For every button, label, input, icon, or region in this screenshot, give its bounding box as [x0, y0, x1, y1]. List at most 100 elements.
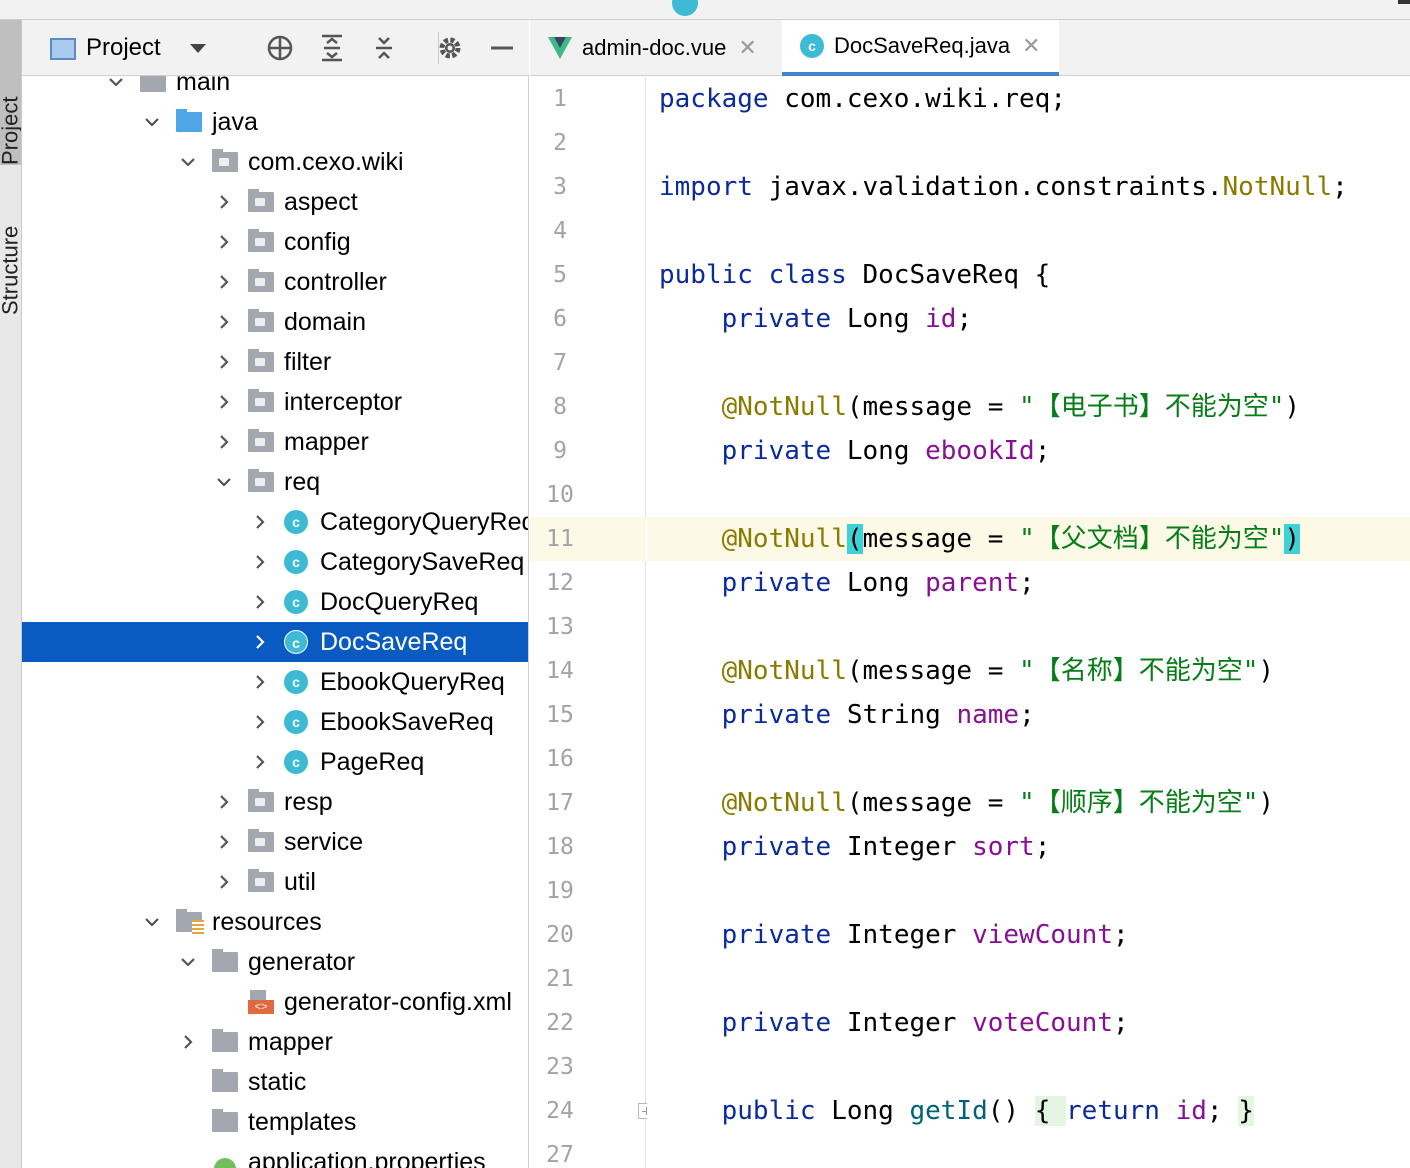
- project-tool-tab[interactable]: Project: [0, 20, 21, 165]
- tree-item-mapper[interactable]: mapper: [22, 1022, 528, 1062]
- tree-item-pagereq[interactable]: c PageReq: [22, 742, 528, 782]
- chevron-right-icon[interactable]: [252, 754, 268, 770]
- tree-item-categoryqueryreq[interactable]: c CategoryQueryReq: [22, 502, 528, 542]
- tree-item-categorysavereq[interactable]: c CategorySaveReq: [22, 542, 528, 582]
- close-icon[interactable]: ✕: [738, 36, 756, 61]
- tree-item-controller[interactable]: controller: [22, 262, 528, 302]
- code-line[interactable]: import javax.validation.constraints.NotN…: [647, 165, 1410, 209]
- code-line[interactable]: [647, 209, 1410, 253]
- tree-item-aspect[interactable]: aspect: [22, 182, 528, 222]
- line-number: 2: [553, 130, 567, 156]
- chevron-right-icon[interactable]: [216, 394, 232, 410]
- code-line[interactable]: @NotNull(message = "【电子书】不能为空"): [647, 385, 1410, 429]
- tree-item-interceptor[interactable]: interceptor: [22, 382, 528, 422]
- expand-all-button[interactable]: [316, 32, 348, 64]
- hide-panel-button[interactable]: [486, 32, 518, 64]
- close-icon[interactable]: ✕: [1022, 34, 1040, 59]
- package-icon: [248, 229, 274, 254]
- chevron-right-icon[interactable]: [252, 634, 268, 650]
- tree-item-application-properties[interactable]: application.properties: [22, 1142, 528, 1168]
- tree-item-filter[interactable]: filter: [22, 342, 528, 382]
- chevron-right-icon[interactable]: [216, 354, 232, 370]
- code-line[interactable]: @NotNull(message = "【顺序】不能为空"): [647, 781, 1410, 825]
- chevron-right-icon[interactable]: [216, 874, 232, 890]
- code-line[interactable]: public class DocSaveReq {: [647, 253, 1410, 297]
- structure-tool-tab[interactable]: Structure: [0, 180, 21, 315]
- code-editor[interactable]: package com.cexo.wiki.req; import javax.v…: [647, 77, 1410, 1168]
- tree-item-service[interactable]: service: [22, 822, 528, 862]
- tree-item-generator[interactable]: generator: [22, 942, 528, 982]
- chevron-right-icon[interactable]: [252, 514, 268, 530]
- tree-item-generator-config-xml[interactable]: generator-config.xml: [22, 982, 528, 1022]
- tab-admin-doc-vue[interactable]: admin-doc.vue ✕: [548, 20, 757, 76]
- line-number: 11: [546, 526, 574, 552]
- tree-item-config[interactable]: config: [22, 222, 528, 262]
- code-line[interactable]: private String name;: [647, 693, 1410, 737]
- code-line[interactable]: private Integer viewCount;: [647, 913, 1410, 957]
- code-line[interactable]: [647, 1045, 1410, 1089]
- chevron-down-icon[interactable]: [216, 474, 232, 490]
- chevron-right-icon[interactable]: [252, 714, 268, 730]
- tree-item-resp[interactable]: resp: [22, 782, 528, 822]
- code-line[interactable]: @NotNull(message = "【父文档】不能为空"): [647, 517, 1410, 561]
- chevron-right-icon[interactable]: [216, 794, 232, 810]
- chevron-down-icon[interactable]: [108, 76, 124, 90]
- tree-item-util[interactable]: util: [22, 862, 528, 902]
- tree-item-ebooksavereq[interactable]: c EbookSaveReq: [22, 702, 528, 742]
- tab-docsavereq-java[interactable]: c DocSaveReq.java ✕: [782, 20, 1059, 76]
- chevron-right-icon[interactable]: [252, 674, 268, 690]
- chevron-right-icon[interactable]: [216, 314, 232, 330]
- collapse-all-button[interactable]: [368, 32, 400, 64]
- project-view-selector[interactable]: Project: [86, 34, 161, 62]
- chevron-right-icon[interactable]: [180, 1034, 196, 1050]
- code-line[interactable]: private Integer sort;: [647, 825, 1410, 869]
- editor-gutter[interactable]: 1 2 3 4 5 6 7 8 9 10 11 12 13 14 15 16 17 18 19 20 21 22 23 24 2…: [530, 77, 654, 1168]
- tree-item-com-cexo-wiki[interactable]: com.cexo.wiki: [22, 142, 528, 182]
- chevron-right-icon[interactable]: [216, 434, 232, 450]
- tree-item-docsavereq[interactable]: c DocSaveReq: [22, 622, 528, 662]
- code-line[interactable]: [647, 1133, 1410, 1168]
- code-line[interactable]: public Long getId() { return id; }: [647, 1089, 1410, 1133]
- locate-file-button[interactable]: [264, 32, 296, 64]
- chevron-down-icon[interactable]: [180, 154, 196, 170]
- tree-item-mapper[interactable]: mapper: [22, 422, 528, 462]
- tree-item-ebookqueryreq[interactable]: c EbookQueryReq: [22, 662, 528, 702]
- tree-item-req[interactable]: req: [22, 462, 528, 502]
- code-line[interactable]: private Long ebookId;: [647, 429, 1410, 473]
- chevron-right-icon[interactable]: [216, 274, 232, 290]
- code-line[interactable]: private Long id;: [647, 297, 1410, 341]
- chevron-down-icon[interactable]: [144, 914, 160, 930]
- chevron-right-icon[interactable]: [252, 554, 268, 570]
- code-line[interactable]: [647, 737, 1410, 781]
- chevron-down-icon[interactable]: [190, 44, 206, 53]
- tree-item-main[interactable]: main: [22, 76, 528, 102]
- code-line[interactable]: @NotNull(message = "【名称】不能为空"): [647, 649, 1410, 693]
- resources-folder-icon: [176, 909, 204, 934]
- code-line[interactable]: [647, 121, 1410, 165]
- code-token: ;: [1019, 568, 1035, 598]
- tree-item-resources[interactable]: resources: [22, 902, 528, 942]
- tree-item-docqueryreq[interactable]: c DocQueryReq: [22, 582, 528, 622]
- tree-item-static[interactable]: static: [22, 1062, 528, 1102]
- code-line[interactable]: [647, 605, 1410, 649]
- code-line[interactable]: package com.cexo.wiki.req;: [647, 77, 1410, 121]
- project-tree[interactable]: main java com.cexo.wiki aspect config control…: [22, 76, 529, 1168]
- chevron-down-icon[interactable]: [144, 114, 160, 130]
- minimize-icon[interactable]: [1398, 0, 1410, 4]
- chevron-down-icon[interactable]: [180, 954, 196, 970]
- tree-item-templates[interactable]: templates: [22, 1102, 528, 1142]
- code-line[interactable]: [647, 341, 1410, 385]
- chevron-right-icon[interactable]: [216, 834, 232, 850]
- code-line[interactable]: [647, 473, 1410, 517]
- code-line[interactable]: [647, 957, 1410, 1001]
- code-token: Integer: [831, 920, 973, 950]
- settings-button[interactable]: [434, 32, 466, 64]
- tree-item-java[interactable]: java: [22, 102, 528, 142]
- code-line[interactable]: private Long parent;: [647, 561, 1410, 605]
- tree-item-domain[interactable]: domain: [22, 302, 528, 342]
- code-line[interactable]: private Integer voteCount;: [647, 1001, 1410, 1045]
- chevron-right-icon[interactable]: [252, 594, 268, 610]
- chevron-right-icon[interactable]: [216, 234, 232, 250]
- code-line[interactable]: [647, 869, 1410, 913]
- chevron-right-icon[interactable]: [216, 194, 232, 210]
